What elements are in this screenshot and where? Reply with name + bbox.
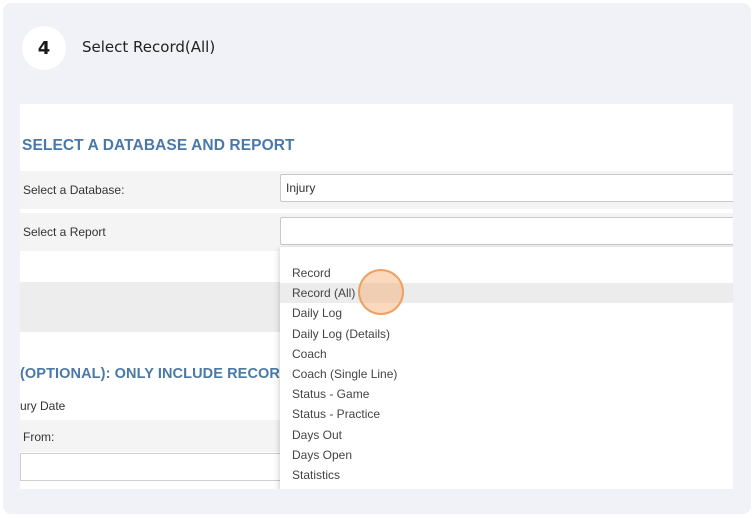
dropdown-option[interactable]: Status - Practice [280, 404, 733, 424]
injury-date-label: ury Date [20, 399, 66, 413]
step-title: Select Record(All) [82, 38, 216, 56]
from-date-input[interactable] [20, 453, 290, 481]
step-card: 4 Select Record(All) SELECT A DATABASE A… [3, 3, 751, 514]
dropdown-option[interactable]: Statistics [280, 465, 733, 485]
dropdown-option[interactable]: Days Open [280, 445, 733, 465]
report-select[interactable] [280, 217, 733, 245]
step-number-badge: 4 [22, 26, 66, 70]
database-select[interactable]: Injury [280, 174, 733, 202]
dropdown-option[interactable]: Daily Log [280, 303, 733, 323]
optional-section-title: (OPTIONAL): ONLY INCLUDE RECORDS [20, 366, 301, 382]
report-dropdown-list: Record Record (All) Daily Log Daily Log (De… [280, 247, 733, 489]
from-label: From: [23, 430, 55, 444]
report-label: Select a Report [23, 225, 106, 239]
dropdown-option[interactable]: Daily Log (Details) [280, 324, 733, 344]
dropdown-option[interactable]: Coach [280, 344, 733, 364]
click-indicator [358, 269, 404, 315]
dropdown-option[interactable]: Record (All) [280, 283, 733, 304]
dropdown-option[interactable]: Record [280, 263, 733, 283]
section-title: SELECT A DATABASE AND REPORT [22, 137, 295, 154]
database-label: Select a Database: [23, 183, 125, 197]
dropdown-option[interactable]: Coach (Single Line) [280, 364, 733, 384]
dropdown-option[interactable]: Days Out [280, 425, 733, 445]
dropdown-options: Record Record (All) Daily Log Daily Log (De… [280, 263, 733, 485]
dropdown-option[interactable]: Status - Game [280, 384, 733, 404]
